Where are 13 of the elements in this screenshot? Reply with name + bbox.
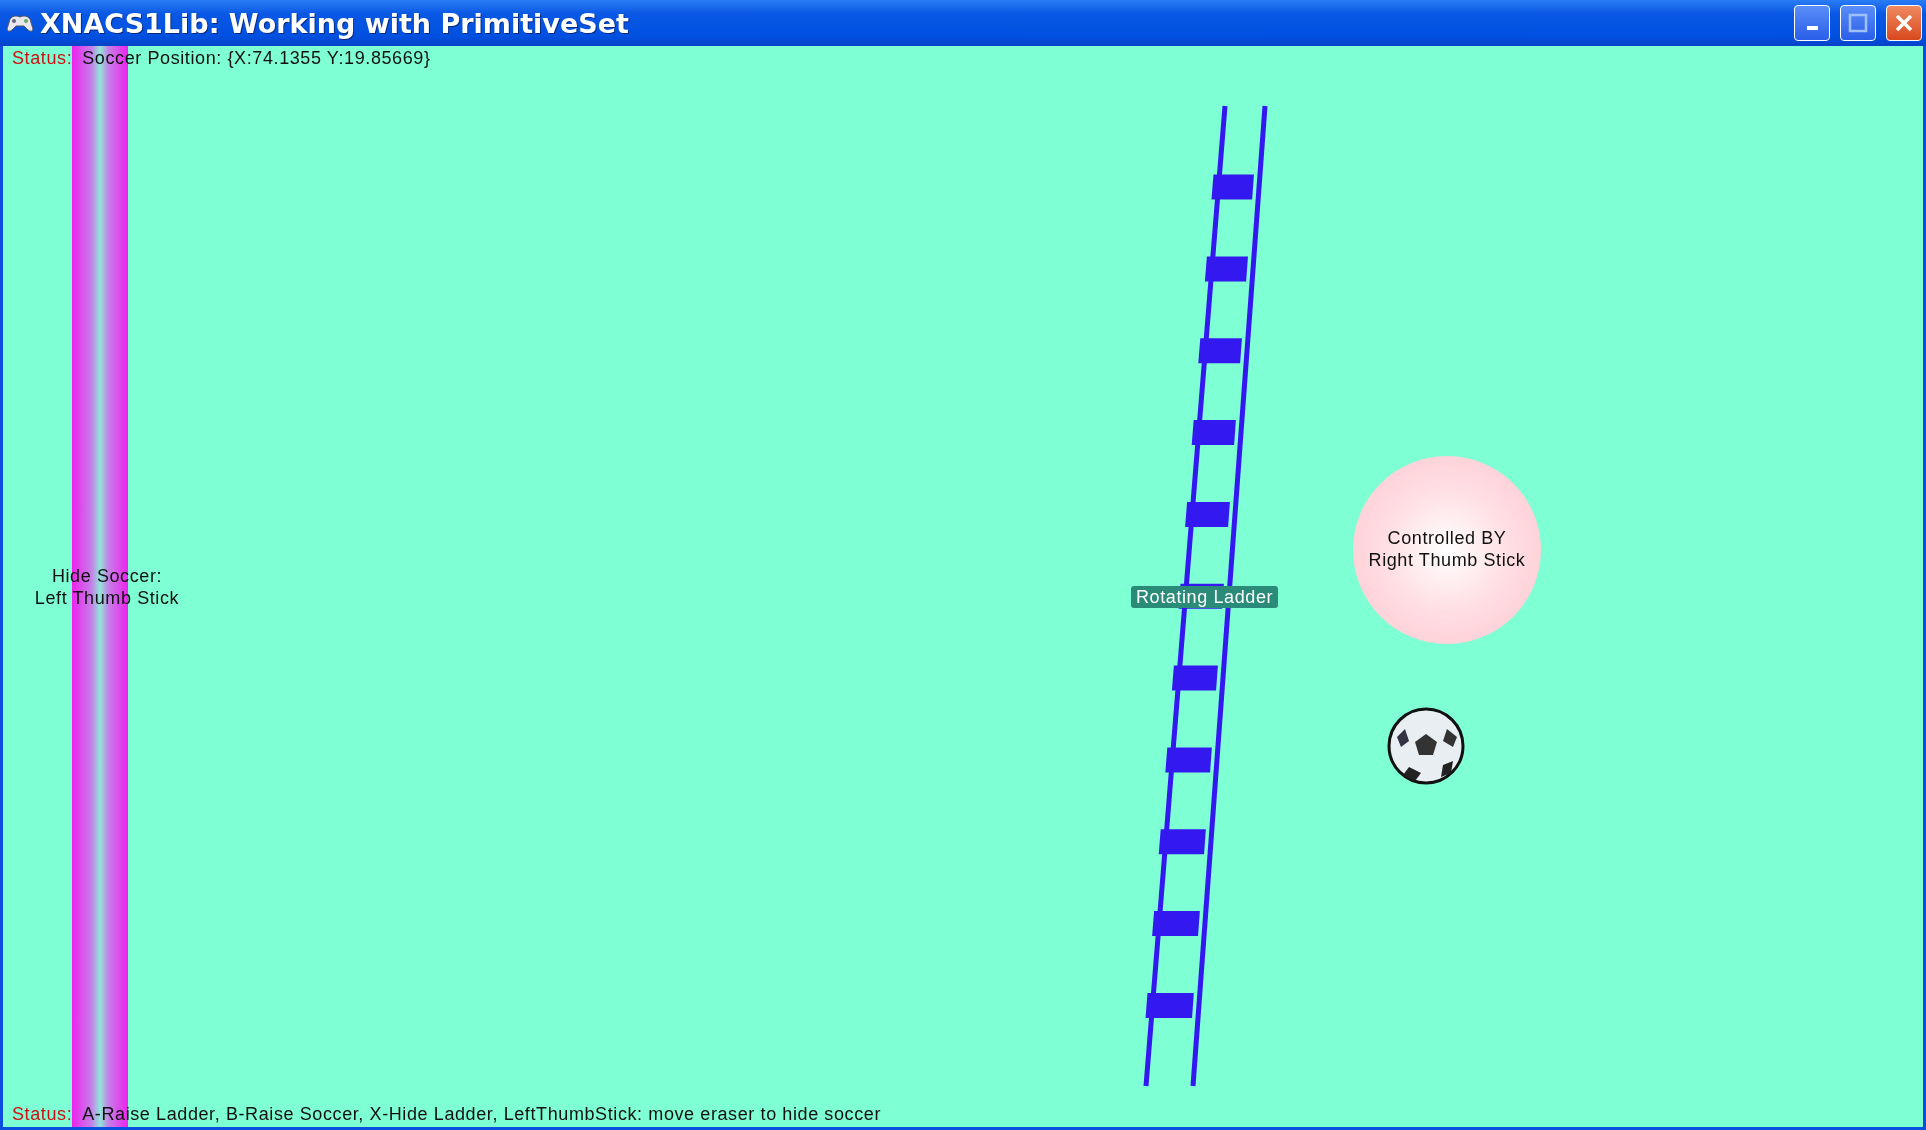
maximize-button[interactable] xyxy=(1840,5,1876,41)
minimize-button[interactable] xyxy=(1794,5,1830,41)
soccer-ball-icon xyxy=(1387,707,1465,785)
close-button[interactable] xyxy=(1886,5,1922,41)
window-title: XNACS1Lib: Working with PrimitiveSet xyxy=(40,7,630,39)
status-label: Status: xyxy=(12,1104,73,1125)
status-text: A-Raise Ladder, B-Raise Soccer, X-Hide Ladder, LeftThumbStick: move eraser to hide soccer xyxy=(82,1104,881,1125)
ladder-label: Rotating Ladder xyxy=(1131,586,1279,608)
circle-label: Controlled BY Right Thumb Stick xyxy=(1367,527,1527,571)
minimize-icon xyxy=(1806,26,1818,30)
status-label: Status: xyxy=(12,48,73,69)
maximize-icon xyxy=(1848,13,1868,33)
close-icon xyxy=(1894,13,1914,33)
